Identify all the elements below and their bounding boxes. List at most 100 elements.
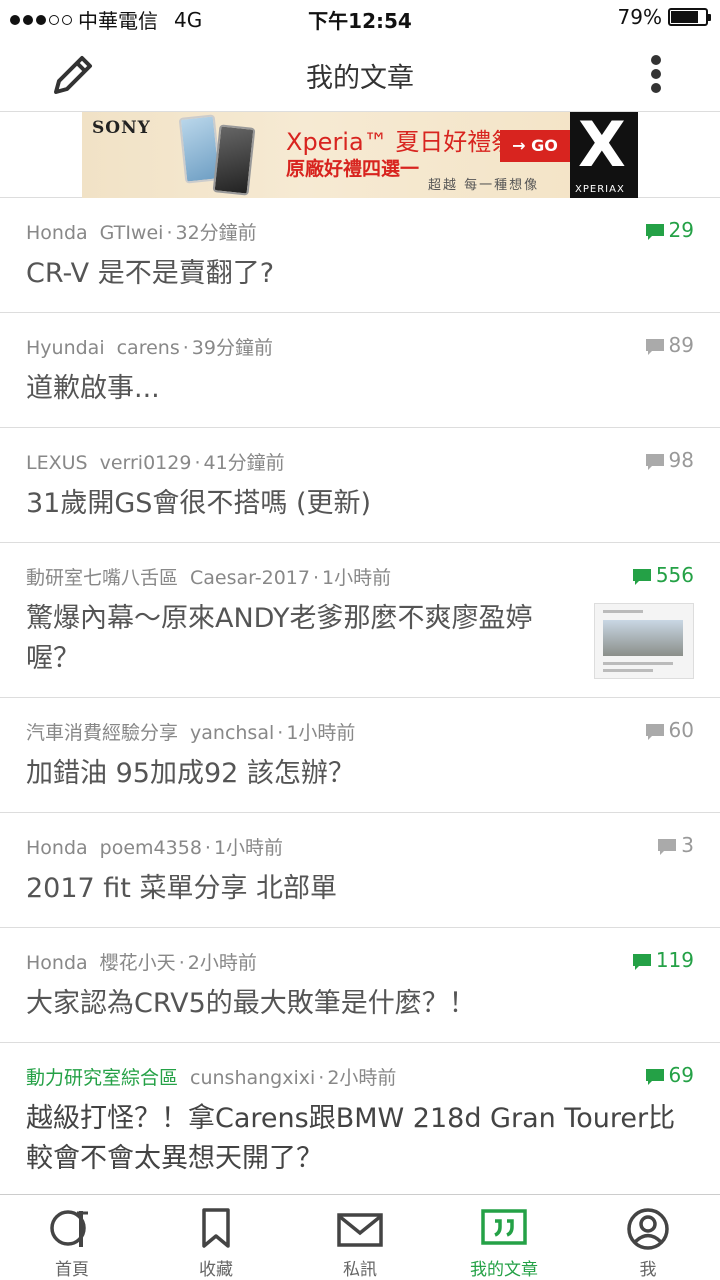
post-meta: Honda GTIwei · 32分鐘前 bbox=[26, 222, 257, 244]
post-title: 道歉啟事... bbox=[26, 373, 160, 404]
reply-count-value: 89 bbox=[668, 333, 694, 357]
battery-icon bbox=[668, 8, 711, 26]
reply-count: 29 bbox=[645, 218, 694, 242]
post-time: 1小時前 bbox=[286, 722, 356, 744]
tab-mail[interactable]: 私訊 bbox=[288, 1195, 432, 1280]
reply-count-value: 3 bbox=[681, 833, 694, 857]
post-title: 31歲開GS會很不搭嗎 (更新) bbox=[26, 488, 372, 519]
reply-count: 69 bbox=[645, 1063, 694, 1087]
post-author: poem4358 bbox=[99, 837, 202, 859]
reply-count-value: 60 bbox=[668, 718, 694, 742]
post-meta: 動研室七嘴八舌區 Caesar-2017 · 1小時前 bbox=[26, 567, 392, 589]
post-forum: Honda bbox=[26, 222, 88, 244]
post-forum: Honda bbox=[26, 837, 88, 859]
ad-banner[interactable]: SONY Xperia™ 夏日好禮祭 原廠好禮四選一 → GO 超越 每一種想像… bbox=[82, 112, 638, 198]
reply-count-value: 119 bbox=[655, 948, 694, 972]
post-list: Honda GTIwei · 32分鐘前 CR-V 是不是賣翻了? 29 Hyundai ca… bbox=[0, 198, 720, 1194]
reply-count: 119 bbox=[632, 948, 694, 972]
list-item[interactable]: Honda poem4358 · 1小時前 2017 fit 菜單分享 北部單 3 bbox=[0, 813, 720, 928]
tab-bookmark[interactable]: 收藏 bbox=[144, 1195, 288, 1280]
post-meta: LEXUS verri0129 · 41分鐘前 bbox=[26, 452, 285, 474]
reply-count: 556 bbox=[632, 563, 694, 587]
tab-label: 私訊 bbox=[343, 1260, 377, 1280]
xperia-logo-mark: X bbox=[578, 112, 626, 181]
post-author: Caesar-2017 bbox=[190, 567, 310, 589]
list-item[interactable]: LEXUS verri0129 · 41分鐘前 31歲開GS會很不搭嗎 (更新) 98 bbox=[0, 428, 720, 543]
status-time: 下午12:54 bbox=[308, 9, 412, 33]
list-item[interactable]: Hyundai carens · 39分鐘前 道歉啟事... 89 bbox=[0, 313, 720, 428]
post-thumbnail[interactable] bbox=[594, 603, 694, 679]
reply-count: 89 bbox=[645, 333, 694, 357]
comment-bubble-icon bbox=[632, 952, 652, 970]
post-meta: 動力研究室綜合區 cunshangxixi · 2小時前 bbox=[26, 1067, 397, 1089]
tab-bar: 首頁 收藏 私訊 我的文章 我 bbox=[0, 1194, 720, 1280]
ad-phone-image bbox=[212, 124, 256, 196]
post-meta: Honda 櫻花小天 · 2小時前 bbox=[26, 952, 257, 974]
ad-subline: 原廠好禮四選一 bbox=[286, 158, 420, 180]
top-nav: 我的文章 bbox=[0, 36, 720, 112]
post-author: GTIwei bbox=[99, 222, 164, 244]
post-author: carens bbox=[116, 337, 180, 359]
tab-profile[interactable]: 我 bbox=[576, 1195, 720, 1280]
tab-home-logo[interactable]: 首頁 bbox=[0, 1195, 144, 1280]
tab-label: 我 bbox=[639, 1260, 657, 1280]
ad-headline: Xperia™ 夏日好禮祭 bbox=[286, 128, 516, 156]
post-forum: 動研室七嘴八舌區 bbox=[26, 567, 179, 589]
post-title: CR-V 是不是賣翻了? bbox=[26, 258, 275, 289]
list-item[interactable]: Honda 櫻花小天 · 2小時前 大家認為CRV5的最大敗筆是什麼？！ 119 bbox=[0, 928, 720, 1043]
post-time: 2小時前 bbox=[187, 952, 257, 974]
post-forum: LEXUS bbox=[26, 452, 88, 474]
post-meta: Honda poem4358 · 1小時前 bbox=[26, 837, 284, 859]
post-author: yanchsal bbox=[190, 722, 275, 744]
post-meta: 汽車消費經驗分享 yanchsal · 1小時前 bbox=[26, 722, 356, 744]
reply-count: 60 bbox=[645, 718, 694, 742]
ad-slogan: 超越 每一種想像 bbox=[428, 178, 540, 193]
post-forum: Honda bbox=[26, 952, 88, 974]
post-time: 1小時前 bbox=[213, 837, 284, 859]
post-time: 32分鐘前 bbox=[175, 222, 257, 244]
post-meta: Hyundai carens · 39分鐘前 bbox=[26, 337, 273, 359]
reply-count-value: 29 bbox=[668, 218, 694, 242]
comment-bubble-icon bbox=[657, 837, 677, 855]
comment-bubble-icon bbox=[645, 337, 665, 355]
post-time: 2小時前 bbox=[327, 1067, 397, 1089]
status-right: 79% bbox=[617, 5, 711, 29]
post-title: 2017 fit 菜單分享 北部單 bbox=[26, 873, 338, 904]
battery-percent: 79% bbox=[617, 5, 662, 29]
list-item[interactable]: 汽車消費經驗分享 yanchsal · 1小時前 加錯油 95加成92 該怎辦？ 60 bbox=[0, 698, 720, 813]
tab-my-articles[interactable]: 我的文章 bbox=[432, 1195, 576, 1280]
post-time: 39分鐘前 bbox=[191, 337, 273, 359]
xperia-logo-text: XPERIAX bbox=[575, 184, 625, 195]
ad-banner-row: SONY Xperia™ 夏日好禮祭 原廠好禮四選一 → GO 超越 每一種想像… bbox=[0, 112, 720, 198]
post-forum: 汽車消費經驗分享 bbox=[26, 722, 179, 744]
list-item[interactable]: 動研室七嘴八舌區 Caesar-2017 · 1小時前 驚爆內幕～原來ANDY老爹那麼不… bbox=[0, 543, 720, 698]
list-item[interactable]: 動力研究室綜合區 cunshangxixi · 2小時前 越級打怪？！拿Carens跟B… bbox=[0, 1043, 720, 1194]
xperia-logo: X XPERIAX bbox=[570, 112, 638, 198]
reply-count-value: 98 bbox=[668, 448, 694, 472]
ad-go-button[interactable]: → GO bbox=[500, 130, 570, 162]
page-title: 我的文章 bbox=[306, 63, 414, 94]
post-forum: Hyundai bbox=[26, 337, 105, 359]
post-author: verri0129 bbox=[99, 452, 192, 474]
post-forum: 動力研究室綜合區 bbox=[26, 1067, 179, 1089]
post-title: 越級打怪？！拿Carens跟BMW 218d Gran Tourer比較會不會太… bbox=[26, 1103, 676, 1174]
tab-label: 首頁 bbox=[55, 1260, 89, 1280]
ad-brand: SONY bbox=[92, 118, 151, 138]
more-vertical-icon[interactable] bbox=[648, 54, 664, 94]
post-time: 1小時前 bbox=[322, 567, 392, 589]
post-author: 櫻花小天 bbox=[99, 952, 176, 974]
comment-bubble-icon bbox=[645, 722, 665, 740]
post-title: 加錯油 95加成92 該怎辦？ bbox=[26, 758, 355, 789]
reply-count: 3 bbox=[657, 833, 694, 857]
comment-bubble-icon bbox=[645, 222, 665, 240]
reply-count: 98 bbox=[645, 448, 694, 472]
tab-label: 收藏 bbox=[199, 1260, 233, 1280]
list-item[interactable]: Honda GTIwei · 32分鐘前 CR-V 是不是賣翻了? 29 bbox=[0, 198, 720, 313]
reply-count-value: 556 bbox=[655, 563, 694, 587]
tab-label: 我的文章 bbox=[470, 1260, 538, 1280]
post-title: 大家認為CRV5的最大敗筆是什麼？！ bbox=[26, 988, 476, 1019]
post-time: 41分鐘前 bbox=[203, 452, 285, 474]
comment-bubble-icon bbox=[645, 452, 665, 470]
comment-bubble-icon bbox=[645, 1067, 665, 1085]
post-author: cunshangxixi bbox=[190, 1067, 316, 1089]
